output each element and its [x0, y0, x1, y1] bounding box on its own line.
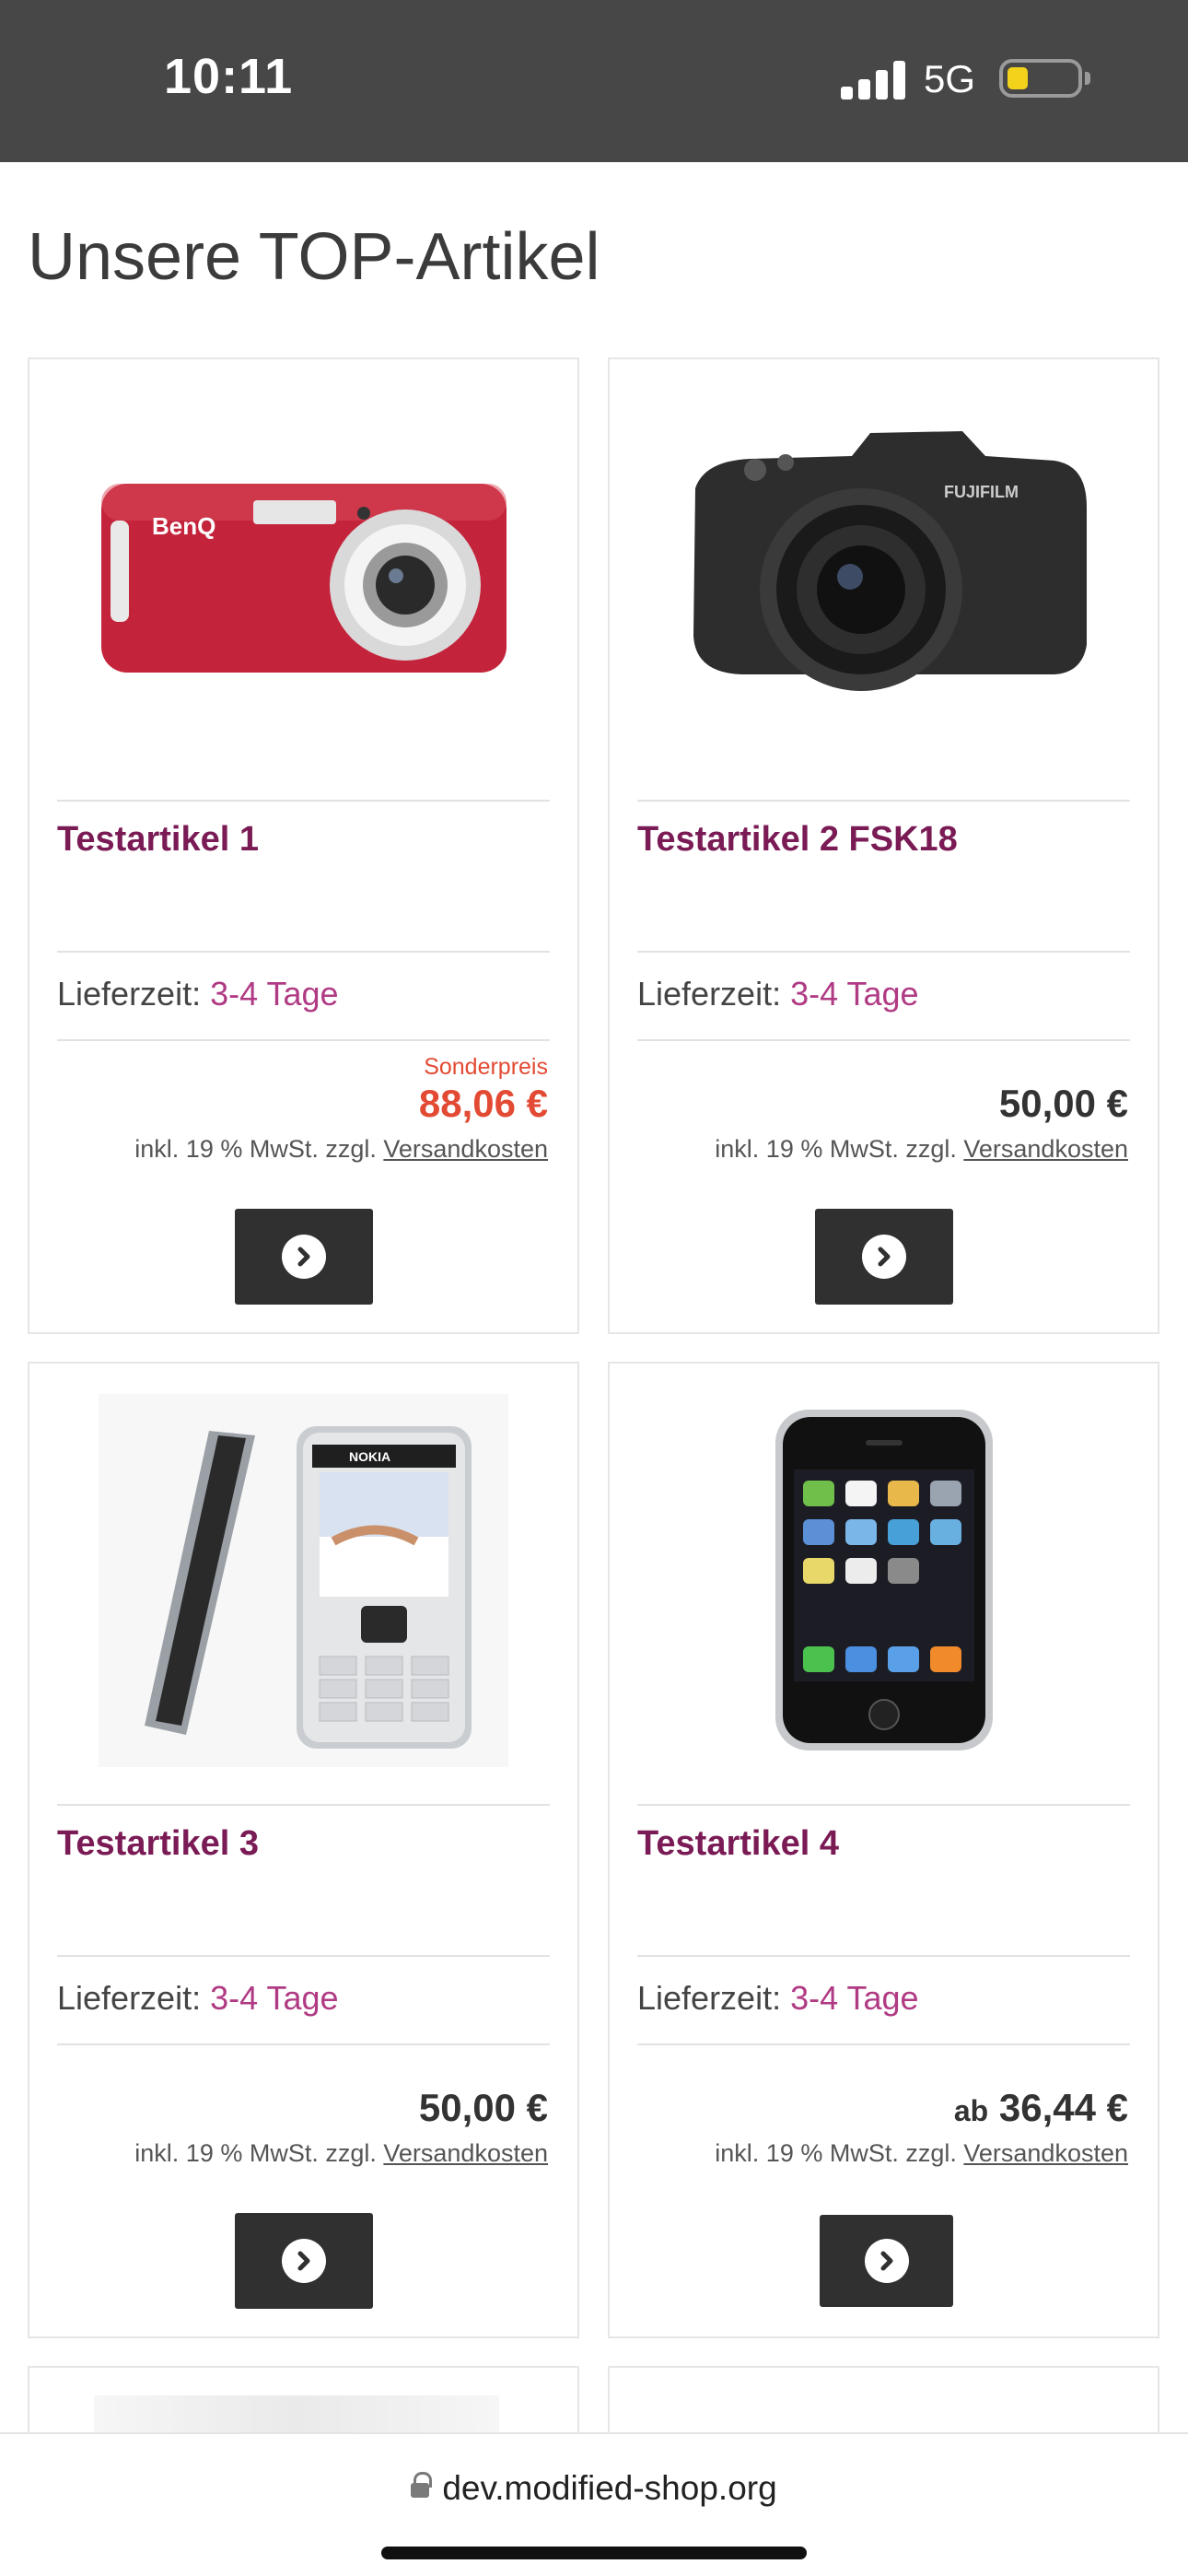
shipping-link[interactable]: Versandkosten — [383, 1135, 548, 1163]
shipping-link[interactable]: Versandkosten — [383, 2139, 548, 2167]
delivery-time: Lieferzeit: 3-4 Tage — [57, 1979, 339, 2017]
price-from-prefix: ab — [953, 2094, 989, 2127]
signal-icon — [841, 61, 905, 100]
lock-icon — [411, 2472, 433, 2498]
iphone-image — [775, 1410, 993, 1751]
home-indicator[interactable] — [381, 2547, 807, 2559]
details-button[interactable] — [815, 1209, 953, 1305]
chevron-right-icon — [864, 2239, 909, 2283]
product-name[interactable]: Testartikel 2 FSK18 — [637, 820, 958, 860]
chevron-right-icon — [282, 1235, 326, 1279]
red-camera-image: BenQ — [100, 484, 507, 673]
product-card[interactable]: Testartikel 4 Lieferzeit: 3-4 Tage ab 36… — [608, 1362, 1159, 2338]
product-image[interactable]: BenQ — [57, 387, 550, 765]
nokia-phone-image: NOKIA — [99, 1393, 508, 1767]
product-price: 88,06 € — [418, 1082, 548, 1125]
chevron-right-icon — [862, 1235, 906, 1279]
product-card[interactable]: NOKIA Testartikel 3 Lieferzeit: 3-4 Tage… — [28, 1362, 579, 2338]
status-bar: 10:11 5G — [0, 0, 1188, 162]
product-price: ab 36,44 € — [953, 2086, 1128, 2129]
delivery-time: Lieferzeit: 3-4 Tage — [57, 975, 339, 1013]
svg-text:NOKIA: NOKIA — [349, 1449, 390, 1464]
product-name[interactable]: Testartikel 1 — [57, 820, 259, 860]
svg-text:FUJIFILM: FUJIFILM — [944, 483, 1019, 501]
product-image[interactable] — [637, 1391, 1130, 1769]
black-camera-image: FUJIFILM — [693, 431, 1087, 691]
product-name[interactable]: Testartikel 4 — [637, 1824, 839, 1864]
details-button[interactable] — [235, 2213, 373, 2309]
browser-bottom-bar: dev.modified-shop.org — [0, 2432, 1188, 2576]
delivery-time: Lieferzeit: 3-4 Tage — [637, 975, 919, 1013]
tax-info: inkl. 19 % MwSt. zzgl. Versandkosten — [715, 1135, 1128, 1163]
shipping-link[interactable]: Versandkosten — [963, 2139, 1128, 2167]
product-image[interactable]: NOKIA — [57, 1391, 550, 1769]
tax-info: inkl. 19 % MwSt. zzgl. Versandkosten — [134, 2139, 548, 2167]
page-title: Unsere TOP-Artikel — [28, 220, 600, 294]
product-price: 50,00 € — [998, 1082, 1128, 1125]
shipping-link[interactable]: Versandkosten — [963, 1135, 1128, 1163]
network-type: 5G — [924, 57, 976, 100]
address-bar[interactable]: dev.modified-shop.org — [0, 2469, 1188, 2508]
chevron-right-icon — [282, 2239, 326, 2283]
product-image[interactable]: FUJIFILM — [637, 387, 1130, 765]
url-text[interactable]: dev.modified-shop.org — [442, 2469, 776, 2507]
product-price: 50,00 € — [418, 2086, 548, 2129]
product-name[interactable]: Testartikel 3 — [57, 1824, 259, 1864]
battery-icon — [999, 59, 1082, 98]
details-button[interactable] — [820, 2215, 953, 2307]
tax-info: inkl. 19 % MwSt. zzgl. Versandkosten — [134, 1135, 548, 1163]
product-card[interactable]: FUJIFILM Testartikel 2 FSK18 Lieferzeit:… — [608, 357, 1159, 1334]
details-button[interactable] — [235, 1209, 373, 1305]
special-price-label: Sonderpreis — [424, 1054, 548, 1080]
status-time: 10:11 — [164, 49, 294, 104]
tax-info: inkl. 19 % MwSt. zzgl. Versandkosten — [715, 2139, 1128, 2167]
product-card[interactable]: BenQ Testartikel 1 Lieferzeit: 3-4 Tage … — [28, 357, 579, 1334]
delivery-time: Lieferzeit: 3-4 Tage — [637, 1979, 919, 2017]
svg-text:BenQ: BenQ — [152, 512, 215, 540]
